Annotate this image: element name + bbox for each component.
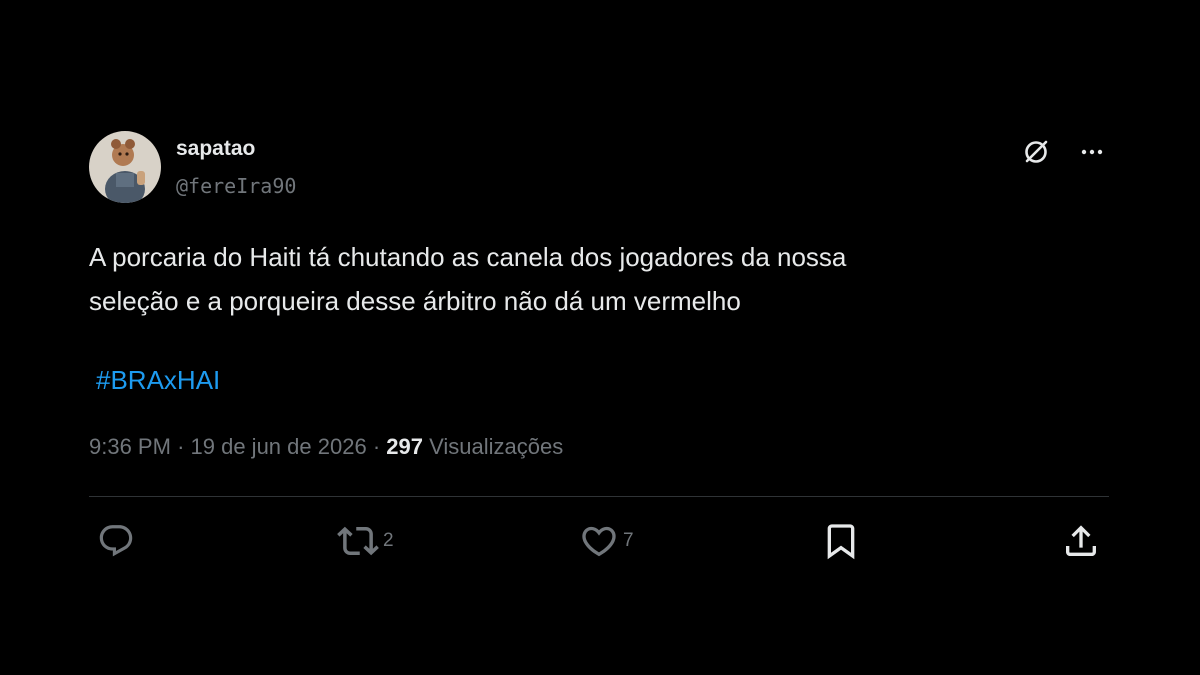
tweet-text-line-1: A porcaria do Haiti tá chutando as canel… (89, 242, 847, 272)
hashtag-link[interactable]: #BRAxHAI (96, 365, 220, 396)
reply-icon (97, 522, 135, 560)
reply-button[interactable] (97, 521, 139, 561)
views-label: Visualizações (429, 434, 564, 459)
tweet-header: sapatao @fereIra90 (89, 131, 1109, 205)
tweet-card: sapatao @fereIra90 A porcaria do Haiti t… (89, 131, 1109, 560)
author-handle[interactable]: @fereIra90 (176, 174, 296, 198)
divider (89, 496, 1109, 497)
header-actions (1019, 135, 1109, 169)
meta-separator: · (177, 434, 185, 459)
grok-icon[interactable] (1019, 135, 1053, 169)
like-count: 7 (623, 530, 634, 551)
retweet-count: 2 (383, 530, 394, 551)
retweet-button[interactable]: 2 (337, 521, 394, 561)
tweet-text-line-2: seleção e a porqueira desse árbitro não … (89, 286, 741, 316)
bookmark-button[interactable] (821, 521, 861, 561)
retweet-icon (337, 520, 379, 562)
share-button[interactable] (1061, 521, 1101, 561)
tweet-meta: 9:36 PM · 19 de jun de 2026 · 297 Visual… (89, 434, 563, 460)
meta-separator: · (372, 434, 381, 459)
share-icon (1061, 521, 1101, 561)
author-name[interactable]: sapatao (176, 137, 255, 161)
bookmark-icon (821, 521, 861, 561)
avatar[interactable] (89, 131, 161, 203)
more-icon[interactable] (1075, 135, 1109, 169)
tweet-time[interactable]: 9:36 PM (89, 434, 171, 459)
heart-icon (579, 521, 619, 561)
tweet-date[interactable]: 19 de jun de 2026 (191, 434, 367, 459)
avatar-image (89, 131, 161, 203)
action-bar: 2 7 (89, 521, 1109, 561)
like-button[interactable]: 7 (579, 521, 634, 561)
views-count: 297 (386, 434, 423, 459)
tweet-text: A porcaria do Haiti tá chutando as canel… (89, 235, 1089, 323)
